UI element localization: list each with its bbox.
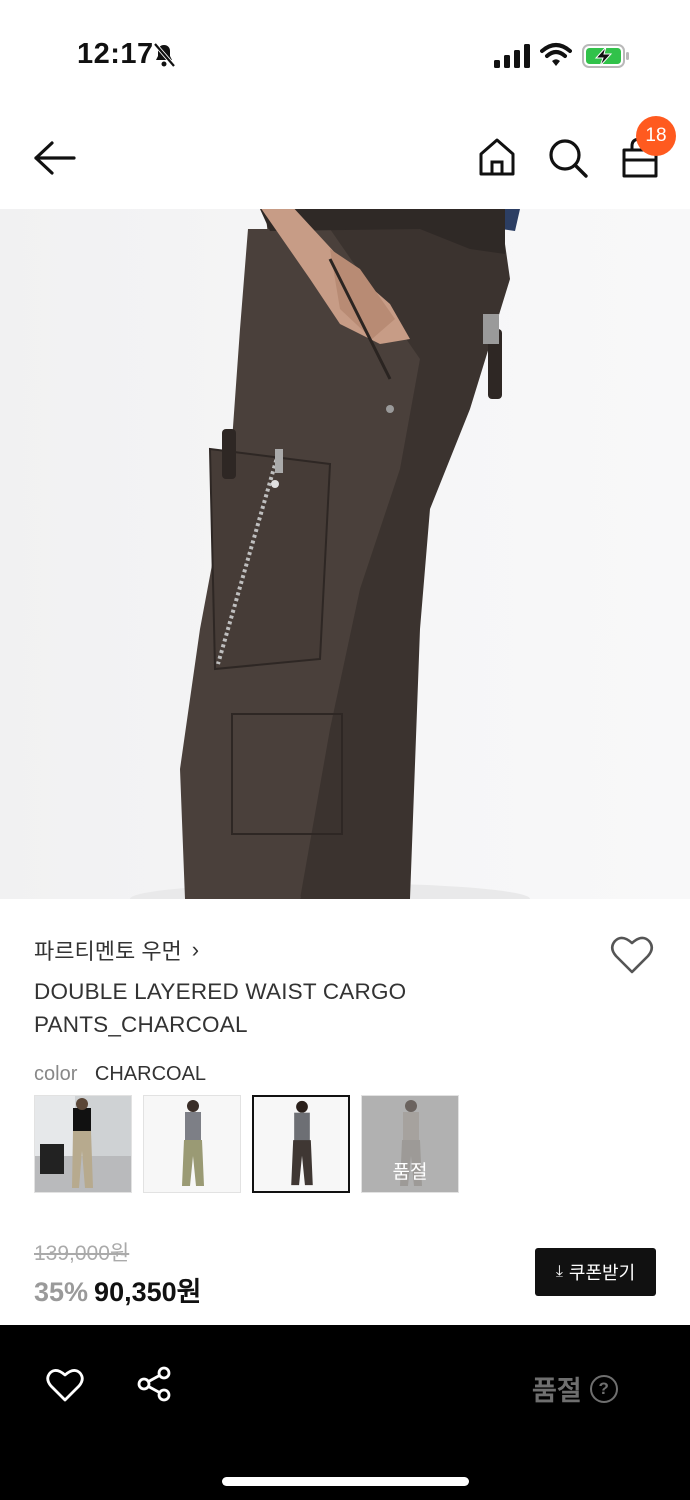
swatch-photo-khaki bbox=[144, 1096, 240, 1192]
heart-icon[interactable] bbox=[46, 1367, 84, 1403]
color-value: CHARCOAL bbox=[94, 1063, 207, 1085]
cart-count-badge: 18 bbox=[636, 116, 676, 156]
cellular-signal-icon bbox=[494, 44, 530, 68]
color-row: color CHARCOAL bbox=[34, 1063, 206, 1086]
swatch-photo-beige-room bbox=[35, 1096, 131, 1192]
home-icon[interactable] bbox=[476, 136, 518, 178]
battery-charging-icon bbox=[582, 44, 629, 68]
color-swatch-2[interactable] bbox=[143, 1095, 241, 1193]
home-indicator[interactable] bbox=[222, 1477, 469, 1486]
color-swatches: 품절 bbox=[34, 1095, 459, 1193]
original-price: 139,000원 bbox=[34, 1242, 130, 1265]
bottom-action-bar: 품절 ? bbox=[0, 1325, 690, 1500]
download-icon: ⤓ bbox=[555, 1263, 563, 1280]
back-arrow-icon[interactable] bbox=[30, 138, 80, 178]
soldout-label: 품절 bbox=[532, 1376, 582, 1406]
soldout-swatch-label: 품절 bbox=[392, 1162, 428, 1183]
search-icon[interactable] bbox=[546, 136, 590, 180]
share-icon[interactable] bbox=[135, 1365, 173, 1403]
status-time: 12:17 bbox=[77, 38, 154, 70]
wifi-icon bbox=[540, 43, 572, 66]
status-bar: 12:17 bbox=[0, 0, 690, 100]
app-header bbox=[0, 100, 690, 210]
brand-name: 파르티멘토 우먼 bbox=[34, 939, 182, 964]
color-label: color bbox=[34, 1063, 78, 1085]
soldout-status-button[interactable]: 품절 ? bbox=[532, 1369, 618, 1408]
wishlist-heart-icon[interactable] bbox=[610, 935, 654, 975]
color-swatch-3-selected[interactable] bbox=[252, 1095, 350, 1193]
coupon-download-button[interactable]: ⤓ 쿠폰받기 bbox=[535, 1248, 656, 1296]
color-swatch-4-soldout[interactable]: 품절 bbox=[361, 1095, 459, 1193]
question-circle-icon[interactable]: ? bbox=[589, 1374, 618, 1403]
discount-rate: 35% bbox=[34, 1277, 89, 1307]
product-title: DOUBLE LAYERED WAIST CARGO PANTS_CHARCOA… bbox=[34, 979, 407, 1037]
chevron-right-icon: › bbox=[191, 937, 200, 962]
brand-link[interactable]: 파르티멘토 우먼 › bbox=[34, 934, 199, 966]
color-swatch-1[interactable] bbox=[34, 1095, 132, 1193]
product-photo-illustration bbox=[130, 209, 530, 899]
product-image[interactable] bbox=[0, 209, 690, 899]
coupon-button-label: 쿠폰받기 bbox=[568, 1263, 636, 1283]
bell-slash-icon bbox=[153, 42, 176, 68]
price-row: 35% 90,350원 bbox=[34, 1270, 201, 1309]
swatch-photo-charcoal bbox=[254, 1097, 348, 1191]
final-price: 90,350원 bbox=[94, 1277, 202, 1307]
